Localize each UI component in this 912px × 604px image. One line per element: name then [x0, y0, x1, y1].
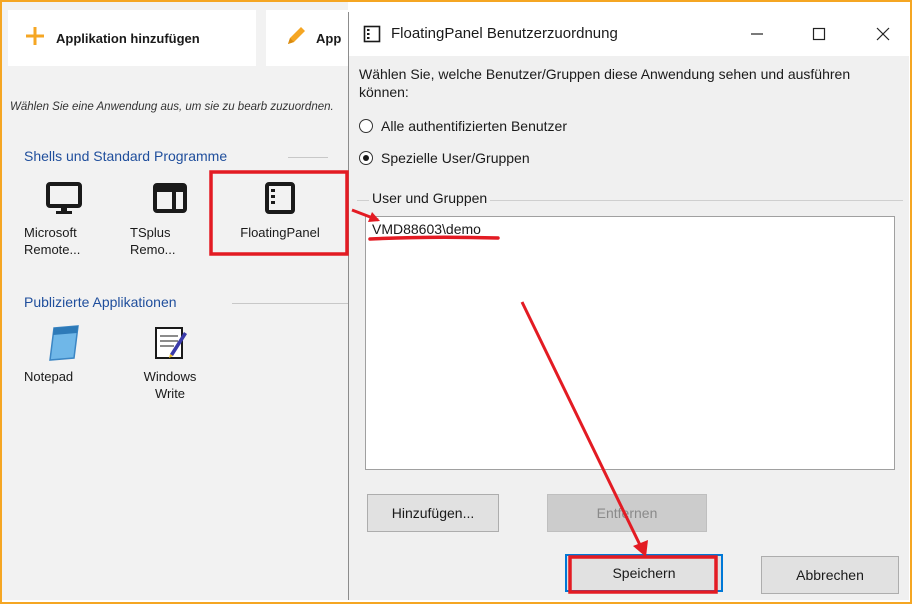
- app-tile-microsoft-remote[interactable]: Microsoft Remote...: [24, 178, 104, 258]
- remove-user-button[interactable]: Entfernen: [547, 494, 707, 532]
- dialog-description: Wählen Sie, welche Benutzer/Gruppen dies…: [359, 66, 851, 100]
- selection-hint: Wählen Sie eine Anwendung aus, um sie zu…: [10, 101, 334, 113]
- notepad-icon: [24, 322, 104, 362]
- floating-panel-icon: [218, 178, 342, 218]
- section-heading-shells: Shells und Standard Programme: [24, 148, 228, 164]
- section-divider: [232, 303, 350, 304]
- add-application-button[interactable]: Applikation hinzufügen: [8, 10, 256, 66]
- app-tile-label: Windows Write: [143, 369, 197, 401]
- user-assignment-dialog: FloatingPanel Benutzerzuordnung Wählen S…: [348, 12, 909, 600]
- app-tile-windows-write[interactable]: Windows Write: [130, 322, 210, 402]
- add-user-button[interactable]: Hinzufügen...: [367, 494, 499, 532]
- app-tile-floatingpanel[interactable]: FloatingPanel: [218, 178, 342, 241]
- edit-application-button[interactable]: App: [266, 10, 348, 66]
- application-manager-panel: Applikation hinzufügen App Wählen Sie ei…: [2, 2, 350, 600]
- app-tile-label: FloatingPanel: [240, 225, 320, 240]
- radio-all-users-label: Alle authentifizierten Benutzer: [381, 118, 567, 134]
- app-tile-label: Notepad: [24, 369, 74, 384]
- toolbar: Applikation hinzufügen App: [2, 2, 348, 70]
- dialog-app-icon: [363, 25, 381, 48]
- user-groups-list[interactable]: VMD88603\demo: [365, 216, 895, 470]
- close-button[interactable]: [863, 20, 903, 48]
- maximize-icon: [812, 27, 826, 41]
- cancel-button[interactable]: Abbrechen: [761, 556, 899, 594]
- section-divider: [288, 157, 328, 158]
- pencil-icon: [284, 24, 308, 53]
- add-application-label: Applikation hinzufügen: [56, 30, 200, 46]
- save-button[interactable]: Speichern: [565, 554, 723, 592]
- app-tile-notepad[interactable]: Notepad: [24, 322, 104, 385]
- radio-specific-users[interactable]: Spezielle User/Gruppen: [359, 150, 530, 166]
- close-icon: [876, 27, 890, 41]
- minimize-icon: [751, 33, 763, 35]
- dialog-titlebar: FloatingPanel Benutzerzuordnung: [349, 12, 909, 56]
- app-tile-tsplus-remote[interactable]: TSplus Remo...: [130, 178, 210, 258]
- window-icon: [130, 178, 210, 218]
- section-heading-published: Publizierte Applikationen: [24, 294, 177, 310]
- radio-circle-selected: [359, 151, 373, 165]
- list-item[interactable]: VMD88603\demo: [372, 221, 481, 237]
- radio-specific-users-label: Spezielle User/Gruppen: [381, 150, 530, 166]
- radio-all-users[interactable]: Alle authentifizierten Benutzer: [359, 118, 567, 134]
- write-icon: [130, 322, 210, 362]
- maximize-button[interactable]: [799, 20, 839, 48]
- user-groups-label: User und Gruppen: [369, 190, 491, 206]
- monitor-icon: [24, 178, 104, 218]
- radio-circle: [359, 119, 373, 133]
- dialog-title: FloatingPanel Benutzerzuordnung: [391, 25, 618, 42]
- app-tile-label: TSplus Remo...: [130, 225, 176, 257]
- plus-icon: [24, 25, 46, 52]
- app-tile-label: Microsoft Remote...: [24, 225, 81, 257]
- edit-application-label: App: [316, 30, 342, 46]
- minimize-button[interactable]: [737, 20, 777, 48]
